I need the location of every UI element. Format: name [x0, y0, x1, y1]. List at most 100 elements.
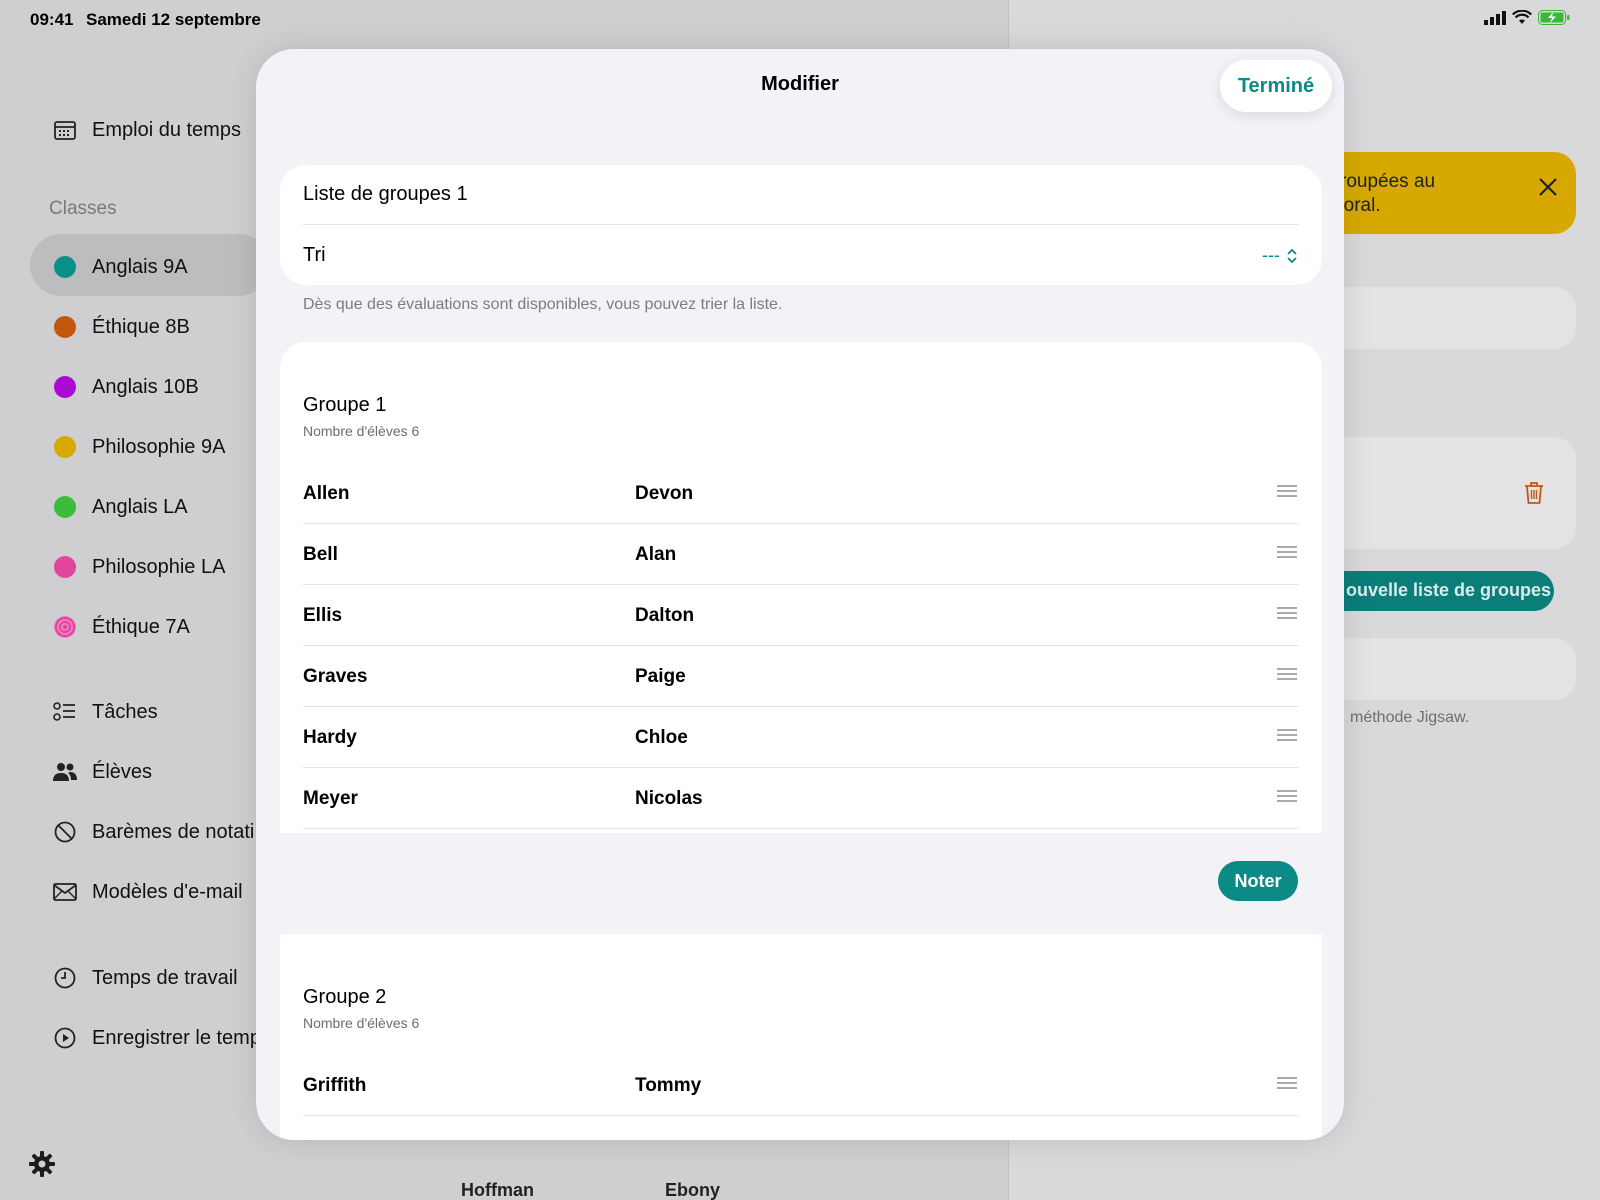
drag-handle-icon[interactable] — [1277, 484, 1297, 502]
checklist-icon — [52, 699, 78, 725]
class-color-dot — [54, 616, 76, 638]
modal-title: Modifier — [761, 73, 839, 95]
class-color-dot — [54, 376, 76, 398]
sidebar-item-label: Anglais 10B — [92, 375, 199, 398]
student-last-name: Meyer — [303, 788, 358, 809]
banner-text-line1: roupées au — [1340, 171, 1436, 192]
group-subtitle: Nombre d'élèves 6 — [303, 1015, 420, 1031]
student-first-name: Alan — [635, 544, 677, 565]
student-first-name: Tommy — [635, 1075, 702, 1096]
sidebar-item-label: Philosophie 9A — [92, 435, 226, 458]
drag-handle-icon[interactable] — [1277, 728, 1297, 746]
grade-button[interactable]: Noter — [1218, 861, 1298, 901]
background-last-name: Hoffman — [461, 1180, 534, 1200]
group-title: Groupe 2 — [303, 986, 387, 1008]
status-icons — [1484, 10, 1570, 25]
student-row[interactable]: Meyer Nicolas — [303, 768, 1299, 829]
settings-gear-icon[interactable] — [28, 1150, 56, 1183]
group-card-1: Groupe 1 Nombre d'élèves 6 Allen Devon B… — [280, 342, 1322, 833]
student-row[interactable]: Graves Paige — [303, 646, 1299, 707]
sidebar-item-label: Éthique 8B — [92, 315, 190, 338]
sidebar-item-label: Emploi du temps — [92, 118, 241, 141]
student-last-name: Allen — [303, 483, 350, 504]
drag-handle-icon[interactable] — [1277, 606, 1297, 624]
sidebar-class-ethique-8b[interactable]: Éthique 8B — [52, 314, 190, 340]
done-button[interactable]: Terminé — [1220, 60, 1332, 112]
status-date: Samedi 12 septembre — [86, 10, 261, 29]
sidebar-item-label: Philosophie LA — [92, 555, 226, 578]
trash-icon[interactable] — [1524, 481, 1544, 510]
sidebar-item-label: Temps de travail — [92, 966, 238, 989]
class-color-dot — [54, 316, 76, 338]
sidebar-class-philosophie-9a[interactable]: Philosophie 9A — [52, 434, 225, 460]
drag-handle-icon[interactable] — [1277, 1076, 1297, 1094]
student-first-name: Chloe — [635, 727, 688, 748]
sidebar-item-students[interactable]: Élèves — [52, 759, 152, 785]
divider — [303, 224, 1299, 225]
jigsaw-hint: méthode Jigsaw. — [1350, 709, 1470, 726]
sidebar-item-work-time[interactable]: Temps de travail — [52, 965, 238, 991]
sidebar-item-label: Tâches — [92, 700, 158, 723]
wifi-icon — [1512, 10, 1532, 24]
sidebar-class-ethique-7a[interactable]: Éthique 7A — [52, 614, 190, 640]
student-first-name: Devon — [635, 483, 694, 504]
list-settings-card: Liste de groupes 1 Tri --- — [280, 165, 1322, 285]
student-row[interactable]: Griffith Tommy — [303, 1055, 1299, 1116]
student-row[interactable]: Hardy Chloe — [303, 707, 1299, 768]
sort-label: Tri — [303, 244, 326, 266]
sidebar-item-schedule[interactable]: Emploi du temps — [52, 117, 241, 143]
sidebar-item-label: Anglais LA — [92, 495, 188, 518]
drag-handle-icon[interactable] — [1277, 789, 1297, 807]
sidebar-item-label: Anglais 9A — [92, 255, 188, 278]
class-color-dot — [54, 256, 76, 278]
banner-text-line2: 'oral. — [1340, 195, 1381, 216]
close-icon[interactable] — [1538, 172, 1558, 204]
battery-charging-icon — [1538, 10, 1570, 25]
student-row[interactable]: Allen Devon — [303, 463, 1299, 524]
sidebar-item-label: Enregistrer le temp — [92, 1026, 261, 1049]
sidebar-item-label: Élèves — [92, 760, 153, 783]
people-icon — [52, 759, 78, 785]
class-color-dot — [54, 556, 76, 578]
student-last-name: Hardy — [303, 727, 357, 748]
drag-handle-icon[interactable] — [1277, 545, 1297, 563]
sidebar-item-label: Modèles d'e-mail — [92, 880, 243, 903]
student-first-name: Nicolas — [635, 788, 703, 809]
grading-scale-icon — [52, 819, 78, 845]
student-last-name: Griffith — [303, 1075, 367, 1096]
sidebar-item-record-time[interactable]: Enregistrer le temp — [52, 1025, 261, 1051]
drag-handle-icon[interactable] — [1277, 667, 1297, 685]
group-card-2: Groupe 2 Nombre d'élèves 6 Griffith Tomm… — [280, 934, 1322, 1140]
cellular-signal-icon — [1484, 10, 1506, 25]
group-title: Groupe 1 — [303, 394, 387, 416]
envelope-icon — [52, 879, 78, 905]
sidebar-item-label: Éthique 7A — [92, 615, 190, 638]
student-row[interactable]: Bell Alan — [303, 524, 1299, 585]
sidebar-class-anglais-9a[interactable]: Anglais 9A — [52, 254, 188, 280]
status-bar: 09:41 Samedi 12 septembre — [0, 0, 1600, 38]
sort-picker[interactable]: --- — [1262, 245, 1298, 266]
class-color-dot — [54, 496, 76, 518]
student-last-name: Ellis — [303, 605, 343, 626]
play-circle-icon — [52, 1025, 78, 1051]
edit-modal: Modifier Terminé Liste de groupes 1 Tri … — [256, 49, 1344, 1140]
classes-header: Classes — [49, 198, 117, 219]
list-name-field[interactable]: Liste de groupes 1 — [303, 183, 468, 206]
clock-icon — [52, 965, 78, 991]
sidebar-item-grading[interactable]: Barèmes de notati — [52, 819, 254, 845]
calendar-icon — [52, 117, 78, 143]
status-time: 09:41 — [30, 10, 74, 29]
group-footer — [280, 833, 1322, 926]
sidebar-item-tasks[interactable]: Tâches — [52, 699, 158, 725]
sidebar-class-anglais-10b[interactable]: Anglais 10B — [52, 374, 199, 400]
sidebar-item-email-templates[interactable]: Modèles d'e-mail — [52, 879, 243, 905]
sidebar-class-philosophie-la[interactable]: Philosophie LA — [52, 554, 225, 580]
class-color-dot — [54, 436, 76, 458]
student-row[interactable]: Ellis Dalton — [303, 585, 1299, 646]
sort-value: --- — [1262, 245, 1280, 265]
student-first-name: Dalton — [635, 605, 695, 626]
sort-hint: Dès que des évaluations sont disponibles… — [303, 296, 783, 313]
sidebar-class-anglais-la[interactable]: Anglais LA — [52, 494, 188, 520]
chevron-up-down-icon — [1287, 248, 1297, 263]
sidebar-item-label: Barèmes de notati — [92, 820, 255, 843]
